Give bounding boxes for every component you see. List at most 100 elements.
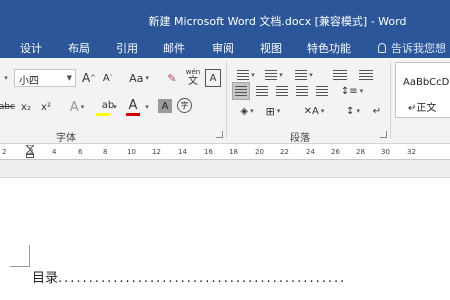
enclose-characters-button[interactable]: 字 xyxy=(177,98,192,113)
show-marks-button[interactable]: ↵ xyxy=(370,102,384,120)
ribbon-tabs: 设计 布局 引用 邮件 审阅 视图 特色功能 告诉我您想 xyxy=(0,36,450,58)
superscript-button[interactable]: x² xyxy=(38,98,54,116)
line-spacing-icon: ↕≡ xyxy=(340,85,358,97)
asian-layout-button[interactable]: ✕ A ▾ xyxy=(300,102,328,120)
ruler-number: 24 xyxy=(306,148,315,156)
sort-button[interactable]: ↕ ▾ xyxy=(342,102,364,120)
toc-leader-dots: ........................................… xyxy=(58,271,347,286)
toc-title: 目录 xyxy=(32,271,59,286)
tab-special-features[interactable]: 特色功能 xyxy=(307,40,351,56)
align-left-button[interactable] xyxy=(232,82,250,100)
styles-gallery[interactable]: AaBbCcD ↵正文 xyxy=(395,62,450,118)
style-name-normal: ↵正文 xyxy=(408,103,437,114)
ruler-number: 4 xyxy=(52,148,57,156)
window-title: 新建 Microsoft Word 文档.docx [兼容模式] - Word xyxy=(148,15,407,28)
horizontal-ruler[interactable]: 2 2 4 6 8 10 12 14 16 18 20 22 24 26 28 … xyxy=(0,145,450,159)
paragraph-group-label: 段落 xyxy=(290,133,310,144)
subscript-button[interactable]: x₂ xyxy=(18,98,34,116)
font-size-dropdown[interactable]: 小四 ▼ xyxy=(14,69,76,87)
ruler-number: 10 xyxy=(127,148,136,156)
ruler-number: 28 xyxy=(356,148,365,156)
bullet-list-icon xyxy=(237,69,250,81)
ruler-number: 16 xyxy=(204,148,213,156)
ruler-number: 8 xyxy=(103,148,108,156)
enclose-characters-icon: 字 xyxy=(180,101,189,110)
ruler-number: 20 xyxy=(255,148,264,156)
decrease-indent-icon xyxy=(333,69,347,81)
font-color-icon: A xyxy=(128,97,138,113)
highlight-color-dropdown[interactable]: ▾ xyxy=(110,98,118,116)
strikethrough-button[interactable]: abc xyxy=(0,98,16,116)
shrink-font-button[interactable]: Aˇ xyxy=(101,69,115,87)
phonetic-guide-char: 文 xyxy=(188,76,198,87)
distributed-button[interactable] xyxy=(314,82,330,100)
change-case-icon: Aa xyxy=(129,71,144,85)
justify-icon xyxy=(296,85,308,97)
align-right-icon xyxy=(276,85,288,97)
tab-mailings[interactable]: 邮件 xyxy=(163,40,185,56)
asian-layout-letter: A xyxy=(312,105,319,117)
superscript-icon: x² xyxy=(41,101,51,113)
subscript-icon: x₂ xyxy=(21,101,31,113)
text-effects-icon: A xyxy=(69,99,79,115)
highlight-color-swatch xyxy=(96,113,110,116)
grow-font-button[interactable]: A ^ xyxy=(82,69,96,87)
ribbon-separator xyxy=(226,62,227,138)
change-case-button[interactable]: Aa ▾ xyxy=(126,69,152,87)
align-center-button[interactable] xyxy=(254,82,270,100)
distributed-icon xyxy=(316,85,328,97)
align-left-icon xyxy=(235,85,247,97)
tab-view[interactable]: 视图 xyxy=(260,40,282,56)
asian-layout-icon: ✕ xyxy=(303,105,313,117)
tab-layout[interactable]: 布局 xyxy=(68,40,90,56)
character-shading-icon: A xyxy=(161,100,169,112)
paragraph-dialog-launcher[interactable] xyxy=(380,131,387,138)
ruler-bottom-band xyxy=(0,160,450,178)
strikethrough-icon: abc xyxy=(0,102,16,112)
shrink-font-icon: A xyxy=(102,72,110,84)
ruler-number: 22 xyxy=(280,148,289,156)
tell-me-box[interactable]: 告诉我您想 xyxy=(378,40,446,56)
line-spacing-button[interactable]: ↕≡ ▾ xyxy=(340,82,364,100)
tab-design[interactable]: 设计 xyxy=(20,40,42,56)
ruler-number: 32 xyxy=(407,148,416,156)
borders-button[interactable]: ⊞ ▾ xyxy=(262,102,284,120)
character-shading-button[interactable]: A xyxy=(158,99,172,113)
grow-font-icon: A xyxy=(81,71,91,85)
numbered-list-icon xyxy=(265,69,278,81)
multilevel-list-icon xyxy=(295,69,308,81)
clear-formatting-button[interactable]: ✎ xyxy=(164,69,180,87)
sort-icon: ↕ xyxy=(346,105,355,117)
ribbon-separator xyxy=(390,62,391,138)
page-margin-corner-mark xyxy=(10,245,30,267)
tab-review[interactable]: 审阅 xyxy=(212,40,234,56)
paint-bucket-icon: ◈ xyxy=(240,105,249,117)
justify-button[interactable] xyxy=(294,82,310,100)
ruler-number: 14 xyxy=(178,148,187,156)
phonetic-guide-button[interactable]: wén 文 xyxy=(184,66,202,88)
chevron-down-icon: ▼ xyxy=(66,74,72,82)
ruler-number: 6 xyxy=(78,148,83,156)
eraser-icon: ✎ xyxy=(167,71,177,85)
ribbon: ▾ 小四 ▼ A ^ Aˇ Aa ▾ ✎ wén 文 A abc x₂ x² A ▾ a… xyxy=(0,58,450,144)
font-name-dropdown[interactable]: ▾ xyxy=(0,69,10,87)
font-color-button[interactable]: A xyxy=(126,96,140,114)
text-effects-button[interactable]: A ▾ xyxy=(65,98,89,116)
paragraph-mark-icon: ↵ xyxy=(372,105,382,117)
align-center-icon xyxy=(256,85,268,97)
lightbulb-icon xyxy=(378,43,386,53)
ruler-number: 12 xyxy=(152,148,161,156)
align-right-button[interactable] xyxy=(274,82,290,100)
ruler-number: 26 xyxy=(331,148,340,156)
ruler-number: 18 xyxy=(229,148,238,156)
toc-line[interactable]: 目录......................................… xyxy=(32,267,346,286)
font-dialog-launcher[interactable] xyxy=(216,131,223,138)
borders-icon: ⊞ xyxy=(265,104,275,118)
style-sample-normal[interactable]: AaBbCcD xyxy=(403,77,449,88)
tab-references[interactable]: 引用 xyxy=(116,40,138,56)
shading-button[interactable]: ◈ ▾ xyxy=(236,102,258,120)
font-group-label: 字体 xyxy=(56,133,76,144)
character-border-button[interactable]: A xyxy=(205,69,221,87)
tell-me-label: 告诉我您想 xyxy=(391,42,446,55)
font-color-dropdown[interactable]: ▾ xyxy=(142,98,150,116)
